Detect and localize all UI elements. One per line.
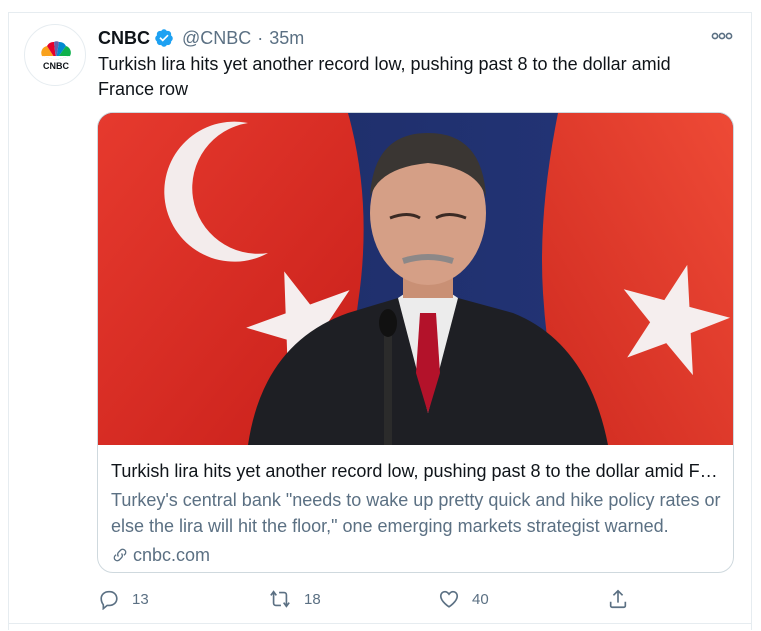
reply-icon xyxy=(100,590,118,610)
card-description: Turkey's central bank "needs to wake up … xyxy=(111,490,721,536)
retweet-icon xyxy=(270,590,290,608)
more-horizontal-icon xyxy=(711,32,733,40)
retweet-count: 18 xyxy=(304,590,321,608)
card-title: Turkish lira hits yet another record low… xyxy=(111,461,721,481)
separator-dot: · xyxy=(257,27,264,48)
link-icon xyxy=(113,548,127,562)
avatar[interactable]: CNBC xyxy=(24,24,86,86)
avatar-label: CNBC xyxy=(43,61,69,71)
author-name[interactable]: CNBC xyxy=(98,28,150,49)
card-image xyxy=(98,113,733,445)
card-domain: cnbc.com xyxy=(133,545,211,565)
more-options-button[interactable] xyxy=(708,26,736,46)
card-body: Turkish lira hits yet another record low… xyxy=(111,459,721,567)
like-button[interactable]: 40 xyxy=(438,586,489,612)
like-count: 40 xyxy=(472,590,489,608)
verified-badge-icon xyxy=(154,28,174,48)
heart-icon xyxy=(439,590,459,608)
action-bar: 13 18 40 xyxy=(98,586,638,612)
tweet-text: Turkish lira hits yet another record low… xyxy=(98,54,671,99)
share-icon xyxy=(609,589,627,609)
card-domain-row: cnbc.com xyxy=(111,543,721,567)
reply-count: 13 xyxy=(132,590,149,608)
reply-button[interactable]: 13 xyxy=(98,586,149,612)
author-handle[interactable]: @CNBC xyxy=(182,28,251,49)
share-button[interactable] xyxy=(607,586,629,612)
tweet-header: CNBC @CNBC · 35m xyxy=(98,26,304,50)
divider xyxy=(8,623,752,624)
timestamp[interactable]: 35m xyxy=(269,28,304,49)
retweet-button[interactable]: 18 xyxy=(268,586,321,612)
link-card[interactable]: Turkish lira hits yet another record low… xyxy=(97,112,734,573)
cnbc-logo-icon: CNBC xyxy=(41,41,71,71)
